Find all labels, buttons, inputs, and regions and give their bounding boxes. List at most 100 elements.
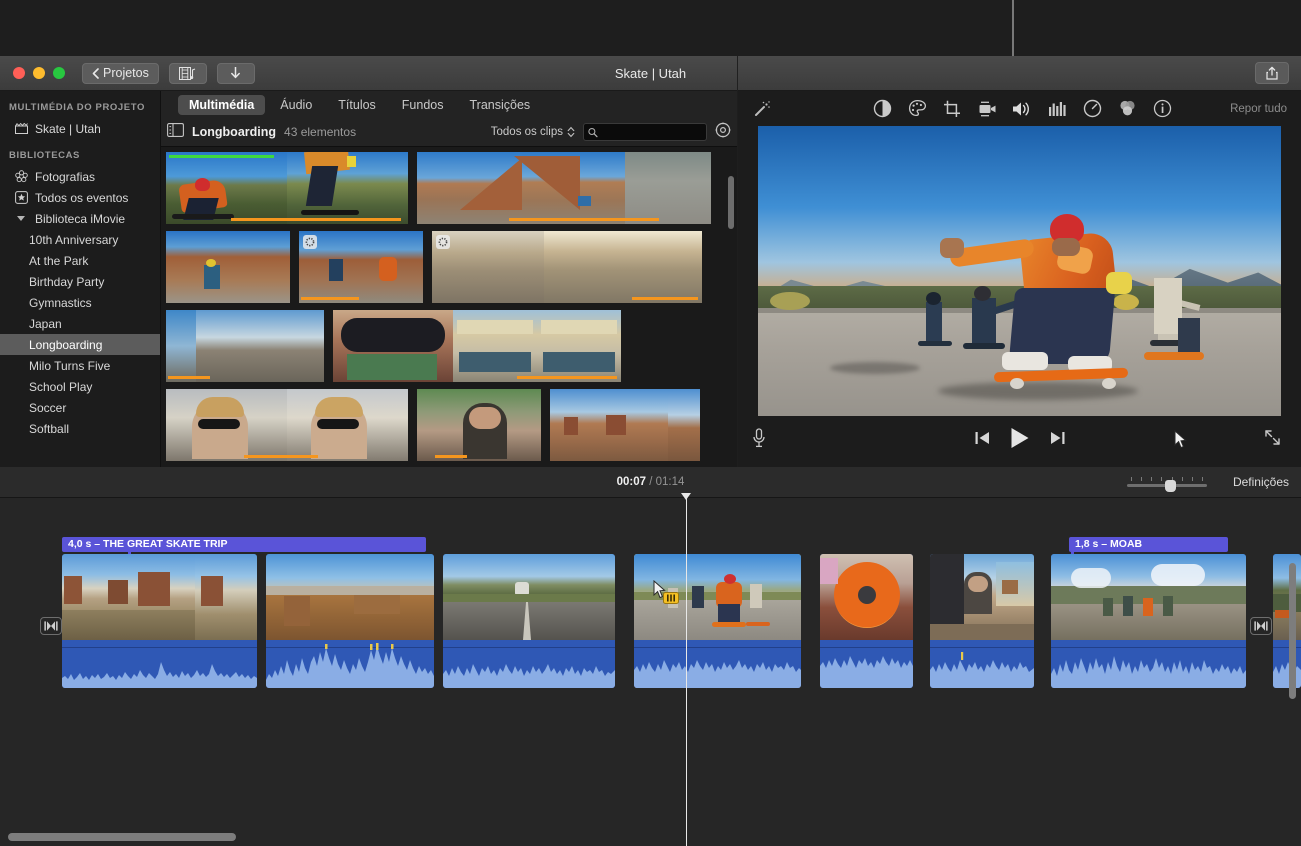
sidebar-toggle-icon[interactable] <box>167 123 184 142</box>
sidebar-item-project[interactable]: Skate | Utah <box>0 118 160 139</box>
sidebar-item-event-0[interactable]: 10th Anniversary <box>0 229 160 250</box>
clapperboard-icon <box>14 122 28 136</box>
crop-icon[interactable] <box>942 99 962 119</box>
thumbnail-row <box>166 231 733 303</box>
timeline-horizontal-scrollbar[interactable] <box>8 833 236 841</box>
sidebar-item-library-root[interactable]: Biblioteca iMovie <box>0 208 160 229</box>
clip-filter-dropdown[interactable]: Todos os clips <box>491 126 575 138</box>
tab-transitions[interactable]: Transições <box>459 95 542 115</box>
playhead[interactable] <box>686 498 687 846</box>
favorite-icon <box>436 235 450 249</box>
gear-icon[interactable] <box>715 122 731 143</box>
title-clip-moab[interactable]: 1,8 s – MOAB <box>1069 537 1228 552</box>
media-thumbnail[interactable] <box>166 152 408 224</box>
sidebar-item-event-longboarding[interactable]: Longboarding <box>0 334 160 355</box>
playhead-handle[interactable] <box>681 493 691 500</box>
download-button[interactable] <box>217 63 255 84</box>
thumbnail-row <box>166 389 733 461</box>
media-thumbnail[interactable] <box>432 231 702 303</box>
sidebar-library-label: Biblioteca iMovie <box>35 212 125 226</box>
sidebar-item-event-1[interactable]: At the Park <box>0 250 160 271</box>
adjustment-tools <box>872 99 1172 119</box>
color-correction-icon[interactable] <box>907 99 927 119</box>
media-thumbnail[interactable] <box>166 231 290 303</box>
sidebar-item-event-8[interactable]: Soccer <box>0 397 160 418</box>
equalizer-icon[interactable] <box>1047 99 1067 119</box>
title-clip-great-skate-trip[interactable]: 4,0 s – THE GREAT SKATE TRIP <box>62 537 426 552</box>
tab-titles[interactable]: Títulos <box>327 95 387 115</box>
back-to-projects-button[interactable]: Projetos <box>82 63 159 84</box>
timeline-vertical-scrollbar[interactable] <box>1289 563 1296 699</box>
search-input[interactable] <box>602 126 702 138</box>
zoom-knob[interactable] <box>1165 480 1176 492</box>
timeline-zoom-slider[interactable] <box>1127 477 1207 487</box>
timeline-clip-skater-group[interactable] <box>634 554 801 688</box>
window-controls[interactable] <box>13 67 65 79</box>
browser-toolbar: Longboarding 43 elementos Todos os clips <box>161 118 737 147</box>
filters-icon[interactable] <box>1117 99 1137 119</box>
timeline-clip-orange-wheel[interactable] <box>820 554 913 688</box>
timeline-clip-monument-valley[interactable] <box>62 554 257 688</box>
chevron-updown-icon <box>567 126 575 138</box>
sidebar-project-label: Skate | Utah <box>35 122 101 136</box>
skip-forward-icon[interactable] <box>1050 431 1065 450</box>
media-thumbnail[interactable] <box>417 389 541 461</box>
media-thumbnail[interactable] <box>333 310 621 382</box>
sidebar-item-event-7[interactable]: School Play <box>0 376 160 397</box>
stabilization-icon[interactable] <box>977 99 997 119</box>
media-thumbnail-grid[interactable] <box>161 147 737 467</box>
timeline-toolbar: 00:07 / 01:14 Definições <box>0 467 1301 498</box>
maximize-button[interactable] <box>53 67 65 79</box>
tab-backgrounds[interactable]: Fundos <box>391 95 455 115</box>
zoom-track[interactable] <box>1127 484 1207 487</box>
sidebar-item-event-6[interactable]: Milo Turns Five <box>0 355 160 376</box>
sidebar-item-event-2[interactable]: Birthday Party <box>0 271 160 292</box>
media-thumbnail[interactable] <box>550 389 700 461</box>
search-field[interactable] <box>583 123 707 141</box>
info-icon[interactable] <box>1152 99 1172 119</box>
fullscreen-icon[interactable] <box>1264 429 1281 451</box>
media-thumbnail[interactable] <box>417 152 711 224</box>
sidebar-all-events-label: Todos os eventos <box>35 191 128 205</box>
media-import-button[interactable] <box>169 63 207 84</box>
minimize-button[interactable] <box>33 67 45 79</box>
timeline-settings-button[interactable]: Definições <box>1233 475 1289 489</box>
sidebar-item-photos[interactable]: Fotografias <box>0 166 160 187</box>
share-button[interactable] <box>1255 62 1289 84</box>
speed-icon[interactable] <box>1082 99 1102 119</box>
clip-audio-waveform <box>930 640 1034 688</box>
timeline[interactable]: 4,0 s – THE GREAT SKATE TRIP 1,8 s – MOA… <box>0 498 1301 846</box>
waveform-peaks <box>930 640 1034 688</box>
reset-all-button[interactable]: Repor tudo <box>1230 103 1287 115</box>
timeline-clip-desert-group[interactable] <box>1051 554 1246 688</box>
tab-audio[interactable]: Áudio <box>269 95 323 115</box>
color-balance-icon[interactable] <box>872 99 892 119</box>
browser-scrollbar[interactable] <box>728 176 734 229</box>
skip-back-icon[interactable] <box>975 431 990 450</box>
close-button[interactable] <box>13 67 25 79</box>
timeline-clip-hillside[interactable] <box>1273 554 1301 688</box>
timeline-clip-open-road[interactable] <box>443 554 615 688</box>
clip-end-marker[interactable] <box>1250 617 1272 635</box>
video-preview[interactable] <box>758 126 1281 416</box>
play-icon[interactable] <box>1010 427 1030 454</box>
magic-wand-icon[interactable] <box>752 99 772 119</box>
tab-multimedia[interactable]: Multimédia <box>178 95 265 115</box>
timeline-clip-canyon-overlook[interactable] <box>266 554 434 688</box>
media-thumbnail[interactable] <box>166 310 324 382</box>
media-thumbnail[interactable] <box>299 231 423 303</box>
playback-controls <box>738 416 1301 464</box>
media-thumbnail[interactable] <box>166 389 408 461</box>
volume-icon[interactable] <box>1012 99 1032 119</box>
sidebar-item-event-3[interactable]: Gymnastics <box>0 292 160 313</box>
sidebar: MULTIMÉDIA DO PROJETO Skate | Utah BIBLI… <box>0 91 161 467</box>
sidebar-item-all-events[interactable]: Todos os eventos <box>0 187 160 208</box>
sidebar-item-event-4[interactable]: Japan <box>0 313 160 334</box>
timeline-clip-driver-window[interactable] <box>930 554 1034 688</box>
disclosure-triangle-icon[interactable] <box>14 212 28 226</box>
thumbnail-row <box>166 152 733 224</box>
clip-start-marker[interactable] <box>40 617 62 635</box>
background-skater <box>926 302 942 342</box>
sidebar-item-event-9[interactable]: Softball <box>0 418 160 439</box>
favorite-marker <box>169 155 274 158</box>
